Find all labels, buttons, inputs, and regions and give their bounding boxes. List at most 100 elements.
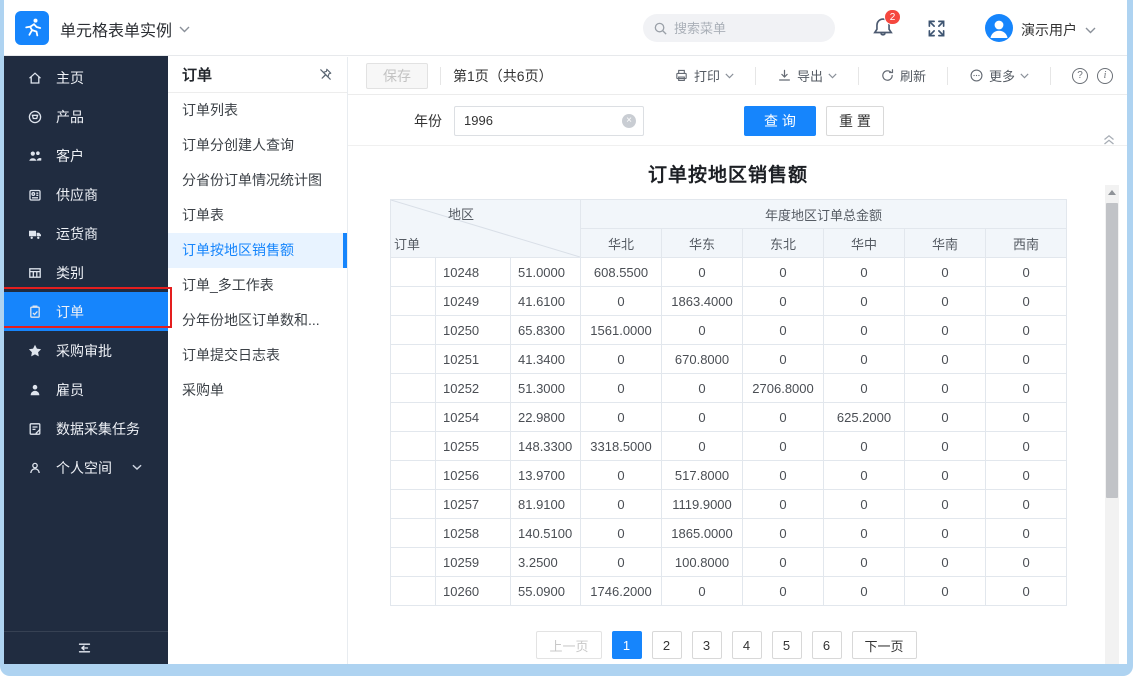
submenu-item-sales-by-region[interactable]: 订单按地区销售额 <box>168 233 347 268</box>
top-bar: 单元格表单实例 2 <box>0 0 1133 56</box>
customers-icon <box>27 148 43 164</box>
clear-icon[interactable] <box>622 114 636 128</box>
refresh-button[interactable]: 刷新 <box>880 66 926 85</box>
next-page-button[interactable]: 下一页 <box>852 631 917 659</box>
sidebar-collapse-icon <box>76 640 93 656</box>
col-header-region: 华南 <box>905 229 986 258</box>
search-icon <box>653 21 668 36</box>
toolbar-divider <box>755 67 756 85</box>
query-button[interactable]: 查 询 <box>744 106 816 136</box>
order-amount-cell: 13.9700 <box>511 461 581 490</box>
print-icon <box>674 68 689 83</box>
fullscreen-button[interactable] <box>927 19 946 38</box>
submenu-item-purchase-order[interactable]: 采购单 <box>168 373 347 408</box>
sidebar-item-label: 雇员 <box>56 380 84 400</box>
menu-search[interactable] <box>643 14 835 42</box>
scroll-up-button[interactable] <box>1105 185 1119 199</box>
order-amount-cell: 41.3400 <box>511 345 581 374</box>
page-button-2[interactable]: 2 <box>652 631 682 659</box>
app-logo[interactable] <box>15 11 49 45</box>
scroll-down-button[interactable] <box>1105 659 1119 673</box>
main-content: 保存 第1页（共6页） 打印 <box>348 57 1127 664</box>
sidebar-item-label: 类别 <box>56 263 84 283</box>
sidebar-collapse-button[interactable] <box>0 631 168 664</box>
sidebar-item-data-collection[interactable]: 数据采集任务 <box>0 409 168 448</box>
user-menu[interactable]: 演示用户 <box>1021 20 1096 40</box>
chevron-down-icon <box>828 73 837 79</box>
toolbar-divider <box>1050 67 1051 85</box>
page-info: 第1页（共6页） <box>453 66 553 86</box>
save-button[interactable]: 保存 <box>366 63 428 89</box>
user-avatar[interactable] <box>985 14 1013 42</box>
submenu-item-yearly-region-orders[interactable]: 分年份地区订单数和... <box>168 303 347 338</box>
order-amount-cell: 140.5100 <box>511 519 581 548</box>
sidebar-item-personal-space[interactable]: 个人空间 <box>0 448 168 487</box>
sidebar-item-home[interactable]: 主页 <box>0 58 168 97</box>
corner-label-region: 地区 <box>448 204 474 223</box>
order-id-cell: 10254 <box>436 403 511 432</box>
pagination: 上一页 1 2 3 4 5 6 下一页 <box>348 626 1105 664</box>
submenu-item-submit-log[interactable]: 订单提交日志表 <box>168 338 347 373</box>
year-input[interactable] <box>454 106 644 136</box>
page-title: 单元格表单实例 <box>60 17 172 41</box>
sidebar-item-label: 运货商 <box>56 224 98 244</box>
sidebar-item-label: 个人空间 <box>56 458 112 478</box>
toolbar-divider <box>947 67 948 85</box>
order-amount-cell: 41.6100 <box>511 287 581 316</box>
table-row: 10257 81.9100 0 1119.9000 0 0 0 0 <box>391 490 1067 519</box>
scrollbar-thumb[interactable] <box>1106 203 1118 498</box>
user-avatar-icon <box>985 14 1013 42</box>
chevron-down-icon <box>179 26 190 33</box>
more-button[interactable]: 更多 <box>969 66 1029 85</box>
sidebar-item-shippers[interactable]: 运货商 <box>0 214 168 253</box>
submenu-item-multi-worksheet[interactable]: 订单_多工作表 <box>168 268 347 303</box>
sidebar-item-label: 客户 <box>56 146 84 166</box>
sidebar-item-employees[interactable]: 雇员 <box>0 370 168 409</box>
page-button-1[interactable]: 1 <box>612 631 642 659</box>
report-viewport: 订单按地区销售额 地区 订单 年度地区订单总金 <box>348 147 1105 625</box>
sidebar-item-orders[interactable]: 订单 <box>0 292 168 331</box>
notifications-button[interactable]: 2 <box>872 16 898 42</box>
product-icon <box>27 109 43 125</box>
page-button-4[interactable]: 4 <box>732 631 762 659</box>
sidebar-item-categories[interactable]: 类别 <box>0 253 168 292</box>
shippers-icon <box>27 226 43 242</box>
app-title-menu[interactable]: 单元格表单实例 <box>60 17 190 41</box>
order-id-cell: 10251 <box>436 345 511 374</box>
sidebar-item-suppliers[interactable]: 供应商 <box>0 175 168 214</box>
chevron-down-icon <box>725 73 734 79</box>
home-icon <box>27 70 43 86</box>
table-row: 10260 55.0900 1746.2000 0 0 0 0 0 <box>391 577 1067 606</box>
sidebar-item-customers[interactable]: 客户 <box>0 136 168 175</box>
info-icon[interactable]: i <box>1097 68 1113 84</box>
help-icon[interactable]: ? <box>1072 68 1088 84</box>
order-id-cell: 10250 <box>436 316 511 345</box>
sales-by-region-table: 地区 订单 年度地区订单总金额 华北 华东 东北 华中 华南 西南 <box>390 199 1067 606</box>
page-button-5[interactable]: 5 <box>772 631 802 659</box>
submenu-item-province-stats[interactable]: 分省份订单情况统计图 <box>168 163 347 198</box>
parameter-panel: 年份 查 询 重 置 <box>348 96 1127 146</box>
print-button[interactable]: 打印 <box>674 66 734 85</box>
order-amount-cell: 55.0900 <box>511 577 581 606</box>
export-button[interactable]: 导出 <box>777 66 837 85</box>
chevron-down-icon <box>132 464 142 471</box>
collapse-filter-panel-button[interactable] <box>1102 133 1116 146</box>
submenu-item-order-table[interactable]: 订单表 <box>168 198 347 233</box>
search-input[interactable] <box>674 21 804 36</box>
fullscreen-icon <box>927 19 946 38</box>
page-button-6[interactable]: 6 <box>812 631 842 659</box>
submenu-title: 订单 <box>182 64 212 85</box>
sidebar-item-purchase-approval[interactable]: 采购审批 <box>0 331 168 370</box>
page-button-3[interactable]: 3 <box>692 631 722 659</box>
order-amount-cell: 81.9100 <box>511 490 581 519</box>
reset-button[interactable]: 重 置 <box>826 106 884 136</box>
vertical-scrollbar[interactable] <box>1105 185 1119 673</box>
sidebar-item-label: 订单 <box>56 302 84 322</box>
order-amount-cell: 51.3000 <box>511 374 581 403</box>
sidebar-item-products[interactable]: 产品 <box>0 97 168 136</box>
submenu-item-order-list[interactable]: 订单列表 <box>168 93 347 128</box>
submenu-item-order-by-creator[interactable]: 订单分创建人查询 <box>168 128 347 163</box>
prev-page-button[interactable]: 上一页 <box>536 631 601 659</box>
pin-icon[interactable] <box>318 67 333 82</box>
order-id-cell: 10255 <box>436 432 511 461</box>
